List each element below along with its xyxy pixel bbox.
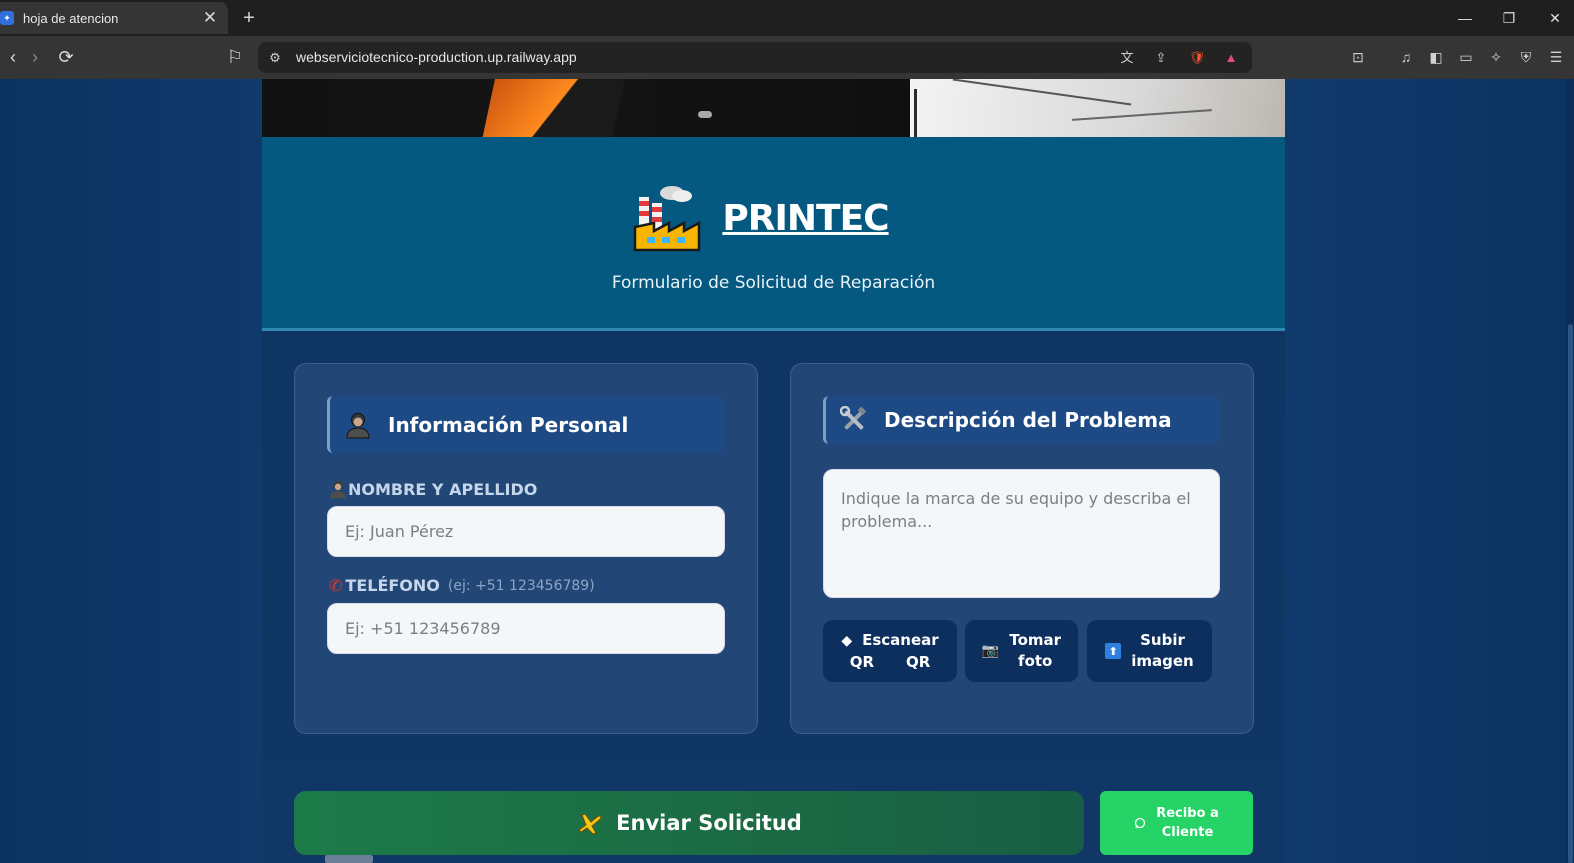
screenshot-icon[interactable]: ⊡ xyxy=(1346,45,1370,69)
ai-assistant-icon[interactable]: ✧ xyxy=(1484,45,1508,69)
phone-input[interactable] xyxy=(327,603,725,654)
diamond-icon: ◆ xyxy=(841,632,853,649)
rewards-icon[interactable]: ▲ xyxy=(1220,47,1242,69)
address-bar[interactable]: ⚙ webserviciotecnico-production.up.railw… xyxy=(258,42,1252,73)
bookmark-icon[interactable]: ⚐ xyxy=(222,44,248,70)
horizontal-scroll-indicator xyxy=(325,855,373,863)
factory-icon xyxy=(634,186,701,252)
take-photo-button[interactable]: 📷 Tomar foto xyxy=(965,620,1078,682)
translate-icon[interactable]: 文 xyxy=(1116,47,1138,69)
personal-info-card: Información Personal NOMBRE Y APELLIDO ✆… xyxy=(294,363,758,734)
brave-shields-icon[interactable]: 🛡 xyxy=(1186,47,1208,69)
music-icon[interactable]: ♫ xyxy=(1394,45,1418,69)
submit-label: Enviar Solicitud xyxy=(616,811,802,835)
name-input[interactable] xyxy=(327,506,725,557)
active-tab[interactable]: ✦ hoja de atencion ✕ xyxy=(0,2,228,34)
close-window-button[interactable]: ✕ xyxy=(1540,6,1570,30)
page-viewport: PRINTEC Formulario de Solicitud de Repar… xyxy=(0,79,1574,863)
upload-image-button[interactable]: ⬆ Subir imagen xyxy=(1087,620,1212,682)
phone-label-text: TELÉFONO xyxy=(345,576,440,595)
whatsapp-icon xyxy=(1135,817,1146,829)
scan-qr-button[interactable]: ◆ Escanear QR QR xyxy=(823,620,957,682)
minimize-window-button[interactable]: — xyxy=(1450,6,1480,30)
scrollbar-thumb[interactable] xyxy=(1568,324,1573,863)
personal-info-title: Información Personal xyxy=(388,412,629,437)
tab-title: hoja de atencion xyxy=(23,10,119,26)
name-label: NOMBRE Y APELLIDO xyxy=(328,479,537,499)
brand-name-link[interactable]: PRINTEC xyxy=(722,198,889,239)
form-subtitle: Formulario de Solicitud de Reparación xyxy=(611,273,936,293)
receipt-label-line2: Cliente xyxy=(1161,825,1214,840)
client-receipt-button[interactable]: Recibo a Cliente xyxy=(1100,791,1253,855)
receipt-label-line1: Recibo a xyxy=(1156,806,1219,821)
browser-toolbar: ‹ › ⟳ ⚐ ⚙ webserviciotecnico-production.… xyxy=(0,36,1574,79)
person-icon xyxy=(346,412,370,438)
name-label-text: NOMBRE Y APELLIDO xyxy=(348,479,538,499)
share-icon[interactable]: ⇪ xyxy=(1150,47,1172,69)
restore-window-button[interactable]: ❐ xyxy=(1494,6,1524,30)
menu-icon[interactable]: ☰ xyxy=(1544,45,1568,69)
page-header: PRINTEC Formulario de Solicitud de Repar… xyxy=(262,137,1285,331)
person-small-icon xyxy=(330,480,346,499)
page-scrollbar[interactable] xyxy=(1566,79,1574,863)
phone-hint: (ej: +51 123456789) xyxy=(447,577,595,594)
hero-image xyxy=(262,79,1285,137)
brand: PRINTEC xyxy=(262,183,1285,253)
site-info-icon[interactable]: ⚙ xyxy=(264,47,286,69)
forward-icon[interactable]: › xyxy=(22,44,48,70)
site-favicon-icon: ✦ xyxy=(0,11,14,25)
tab-strip: ✦ hoja de atencion ✕ + — ❐ ✕ xyxy=(0,0,1574,36)
problem-header: Descripción del Problema xyxy=(823,396,1220,444)
airplane-icon xyxy=(578,813,602,835)
tools-icon xyxy=(840,406,867,430)
reload-icon[interactable]: ⟳ xyxy=(53,44,79,70)
close-tab-icon[interactable]: ✕ xyxy=(198,8,222,28)
camera-icon: 📷 xyxy=(981,643,1000,659)
phone-label: ✆ TELÉFONO (ej: +51 123456789) xyxy=(329,576,595,595)
vpn-icon[interactable]: ⛨ xyxy=(1514,45,1538,69)
personal-info-header: Información Personal xyxy=(327,396,725,453)
sidebar-icon[interactable]: ◧ xyxy=(1424,45,1448,69)
url-text[interactable]: webserviciotecnico-production.up.railway… xyxy=(296,49,577,65)
problem-description-textarea[interactable] xyxy=(823,469,1220,598)
wallet-icon[interactable]: ▭ xyxy=(1454,45,1478,69)
telephone-icon: ✆ xyxy=(329,576,343,595)
problem-title: Descripción del Problema xyxy=(884,408,1172,432)
upload-icon: ⬆ xyxy=(1105,643,1122,659)
submit-request-button[interactable]: Enviar Solicitud xyxy=(294,791,1084,855)
new-tab-button[interactable]: + xyxy=(238,5,260,31)
